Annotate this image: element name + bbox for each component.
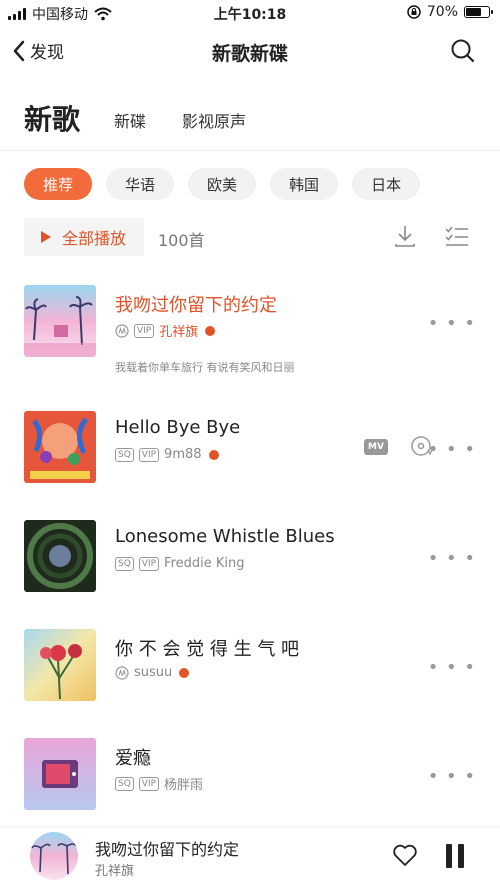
song-count: 100首 [158, 231, 205, 250]
play-all-row: 全部播放 100首 [24, 218, 476, 256]
chip-recommend[interactable]: 推荐 [24, 168, 93, 200]
sq-badge: SQ [115, 776, 134, 791]
album-cover [24, 629, 96, 701]
more-icon: • • • [427, 439, 476, 460]
chip-korean[interactable]: 韩国 [270, 168, 339, 200]
song-item[interactable]: 你 不 会 觉 得 生 气 吧 susuu • • • [0, 629, 500, 729]
download-button[interactable] [394, 224, 416, 252]
more-button[interactable]: • • • [428, 313, 476, 334]
battery-percent: 70% [426, 4, 458, 20]
audio-quality-icon [115, 323, 129, 338]
album-cover [24, 520, 96, 592]
album-cover [24, 411, 96, 483]
heart-icon [393, 844, 417, 866]
like-button[interactable] [392, 843, 418, 871]
lock-rotation-icon [407, 5, 421, 19]
vip-badge: VIP [138, 776, 160, 791]
verified-icon [205, 325, 216, 336]
category-tabs: 新歌 新碟 影视原声 [24, 98, 282, 138]
multi-select-icon [445, 226, 468, 246]
more-button[interactable]: • • • [428, 548, 476, 569]
battery-icon [464, 6, 493, 18]
now-playing-cover [30, 832, 78, 880]
vip-badge: VIP [134, 323, 155, 338]
song-item[interactable]: Lonesome Whistle Blues SQ VIP Freddie Ki… [0, 520, 500, 620]
song-artist: Freddie King [164, 556, 245, 571]
play-icon [41, 231, 51, 243]
divider [0, 150, 500, 151]
song-title: 我吻过你留下的约定 [115, 295, 277, 316]
sq-badge: SQ [115, 447, 134, 462]
chip-japanese[interactable]: 日本 [352, 168, 421, 200]
region-filter-chips: 推荐 华语 欧美 韩国 日本 [24, 168, 421, 200]
tab-new-songs[interactable]: 新歌 [24, 98, 80, 138]
mini-player[interactable]: 我吻过你留下的约定 孔祥旗 [0, 828, 500, 888]
song-artist: 孔祥旗 [159, 325, 199, 340]
song-item[interactable]: 我吻过你留下的约定 VIP 孔祥旗 我载着你单车旅行 有说有笑风和日丽 • • … [0, 285, 500, 385]
pause-icon [446, 844, 464, 868]
song-item[interactable]: 爱瘾 SQ VIP 杨胖雨 • • • [0, 738, 500, 838]
more-button[interactable]: • • • [428, 766, 476, 787]
play-all-button[interactable]: 全部播放 [24, 218, 144, 256]
song-lyric-snippet: 我载着你单车旅行 有说有笑风和日丽 [115, 361, 295, 374]
song-title: 你 不 会 觉 得 生 气 吧 [115, 639, 300, 660]
nav-bar: 发现 新歌新碟 [0, 30, 500, 74]
tab-new-albums[interactable]: 新碟 [114, 108, 146, 138]
song-artist: 9m88 [164, 447, 202, 462]
album-cover [24, 738, 96, 810]
more-icon: • • • [427, 657, 476, 678]
song-title: Lonesome Whistle Blues [115, 526, 335, 547]
album-cover [24, 285, 96, 357]
more-icon: • • • [427, 313, 476, 334]
more-icon: • • • [427, 548, 476, 569]
vip-badge: VIP [138, 556, 160, 571]
more-icon: • • • [427, 766, 476, 787]
song-title: Hello Bye Bye [115, 417, 241, 438]
chip-chinese[interactable]: 华语 [106, 168, 175, 200]
song-artist: 杨胖雨 [164, 778, 204, 793]
more-button[interactable]: • • • [428, 439, 476, 460]
download-icon [395, 226, 415, 247]
song-item[interactable]: Hello Bye Bye SQ VIP 9m88 MV • • • [0, 411, 500, 511]
audio-quality-icon [115, 665, 129, 680]
page-title: 新歌新碟 [211, 43, 288, 65]
more-button[interactable]: • • • [428, 657, 476, 678]
tab-soundtracks[interactable]: 影视原声 [182, 108, 246, 138]
search-icon [451, 39, 475, 63]
multi-select-button[interactable] [444, 224, 470, 252]
mv-button[interactable]: MV [364, 439, 388, 455]
chip-western[interactable]: 欧美 [188, 168, 257, 200]
song-artist: susuu [134, 665, 173, 680]
now-playing-artist: 孔祥旗 [95, 864, 135, 879]
play-all-label: 全部播放 [62, 229, 127, 248]
vip-badge: VIP [138, 447, 160, 462]
search-button[interactable] [450, 38, 476, 68]
verified-icon [208, 449, 219, 460]
song-title: 爱瘾 [115, 748, 151, 769]
verified-icon [179, 667, 190, 678]
now-playing-title: 我吻过你留下的约定 [95, 840, 240, 859]
sq-badge: SQ [115, 556, 134, 571]
status-bar: 中国移动 上午10:18 70% [0, 0, 500, 26]
pause-button[interactable] [446, 844, 464, 868]
